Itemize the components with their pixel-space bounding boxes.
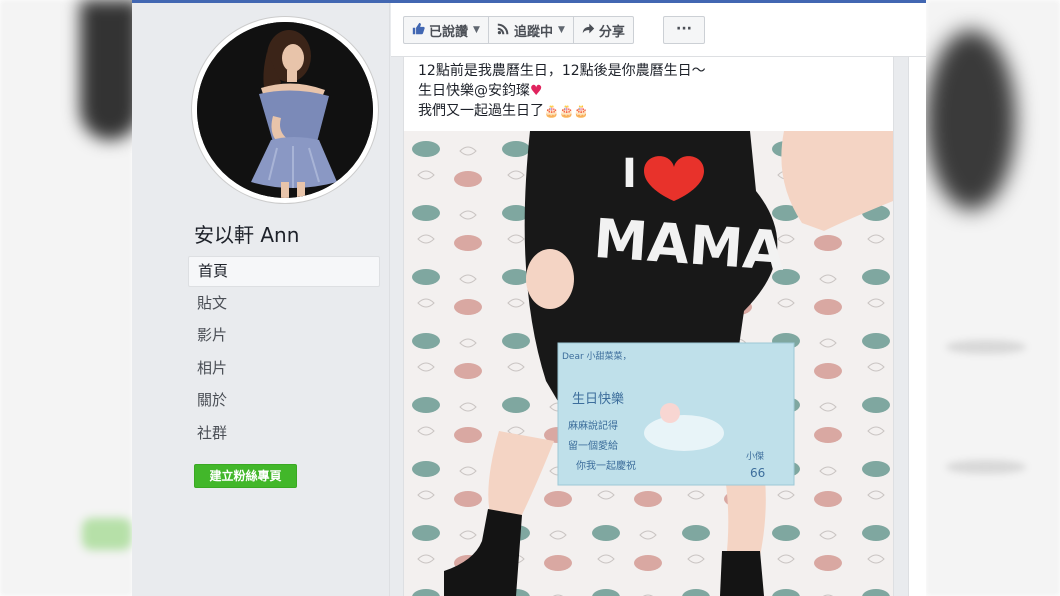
cake-emoji-icons: 🎂🎂🎂 (544, 104, 589, 118)
thumbs-up-icon (412, 22, 425, 39)
card-line-3: 留一個愛給 (568, 439, 618, 452)
left-blurred-background (0, 0, 140, 596)
liked-button[interactable]: 已說讚 ▼ (404, 17, 489, 43)
page-nav: 首頁 貼文 影片 相片 關於 社群 (188, 256, 380, 451)
nav-item-community[interactable]: 社群 (188, 419, 380, 450)
post-line-3: 我們又一起過生日了🎂🎂🎂 (418, 101, 883, 121)
liked-label: 已說讚 (429, 24, 469, 40)
page-action-bar: 已說讚 ▼ 追蹤中 ▼ 分享 ··· (391, 3, 926, 57)
post-line-3-text: 我們又一起過生日了 (418, 103, 544, 119)
following-button[interactable]: 追蹤中 ▼ (489, 17, 574, 43)
facebook-page: 安以軒 Ann 首頁 貼文 影片 相片 關於 社群 建立粉絲專頁 已說讚 ▼ 追… (132, 0, 926, 596)
card-sign-2: 66 (750, 466, 765, 480)
baby-photo: I MAMA Dear 小甜菜菜， 生日快樂 麻麻說記得 留一個愛給 你我一起慶… (404, 131, 893, 596)
nav-item-videos[interactable]: 影片 (188, 321, 380, 352)
avatar-photo (197, 22, 373, 198)
post-photo[interactable]: I MAMA Dear 小甜菜菜， 生日快樂 麻麻說記得 留一個愛給 你我一起慶… (404, 131, 893, 596)
profile-picture[interactable] (192, 17, 378, 203)
rss-icon (497, 22, 510, 39)
more-options-button[interactable]: ··· (663, 16, 705, 44)
post-message: 12點前是我農曆生日，12點後是你農曆生日～ 生日快樂@安鈞璨♥ 我們又一起過生… (418, 61, 883, 121)
heart-icon: ♥ (530, 83, 543, 99)
share-arrow-icon (582, 22, 595, 39)
chevron-down-icon: ▼ (557, 25, 565, 35)
nav-item-about[interactable]: 關於 (188, 386, 380, 417)
avatar (197, 22, 373, 198)
following-label: 追蹤中 (513, 24, 553, 40)
nav-item-photos[interactable]: 相片 (188, 354, 380, 385)
card-line-1: 生日快樂 (572, 391, 624, 407)
card-sign-1: 小傑 (746, 450, 764, 462)
card-line-4: 你我一起慶祝 (576, 459, 636, 472)
nav-item-home[interactable]: 首頁 (188, 256, 380, 287)
shirt-text-i: I (622, 151, 637, 197)
create-page-button[interactable]: 建立粉絲專頁 (194, 464, 297, 488)
screenshot-frame: 安以軒 Ann 首頁 貼文 影片 相片 關於 社群 建立粉絲專頁 已說讚 ▼ 追… (0, 0, 1060, 596)
card-greeting: Dear 小甜菜菜， (562, 350, 632, 362)
chevron-down-icon: ▼ (473, 25, 480, 35)
action-button-group: 已說讚 ▼ 追蹤中 ▼ 分享 (403, 16, 634, 44)
share-label: 分享 (598, 24, 625, 40)
shirt-text-mama: MAMA (592, 207, 787, 283)
card-line-2: 麻麻說記得 (568, 419, 618, 432)
post-line-2-text: 生日快樂@安鈞璨 (418, 83, 530, 99)
right-blurred-background (926, 0, 1060, 596)
post-card: 12點前是我農曆生日，12點後是你農曆生日～ 生日快樂@安鈞璨♥ 我們又一起過生… (403, 57, 894, 596)
right-column (908, 57, 926, 596)
page-title[interactable]: 安以軒 Ann (194, 219, 299, 248)
post-line-2: 生日快樂@安鈞璨♥ (418, 81, 883, 101)
left-sidebar: 安以軒 Ann 首頁 貼文 影片 相片 關於 社群 建立粉絲專頁 (132, 3, 390, 596)
nav-item-posts[interactable]: 貼文 (188, 289, 380, 320)
post-line-1: 12點前是我農曆生日，12點後是你農曆生日～ (418, 63, 706, 79)
share-button[interactable]: 分享 (574, 17, 633, 43)
